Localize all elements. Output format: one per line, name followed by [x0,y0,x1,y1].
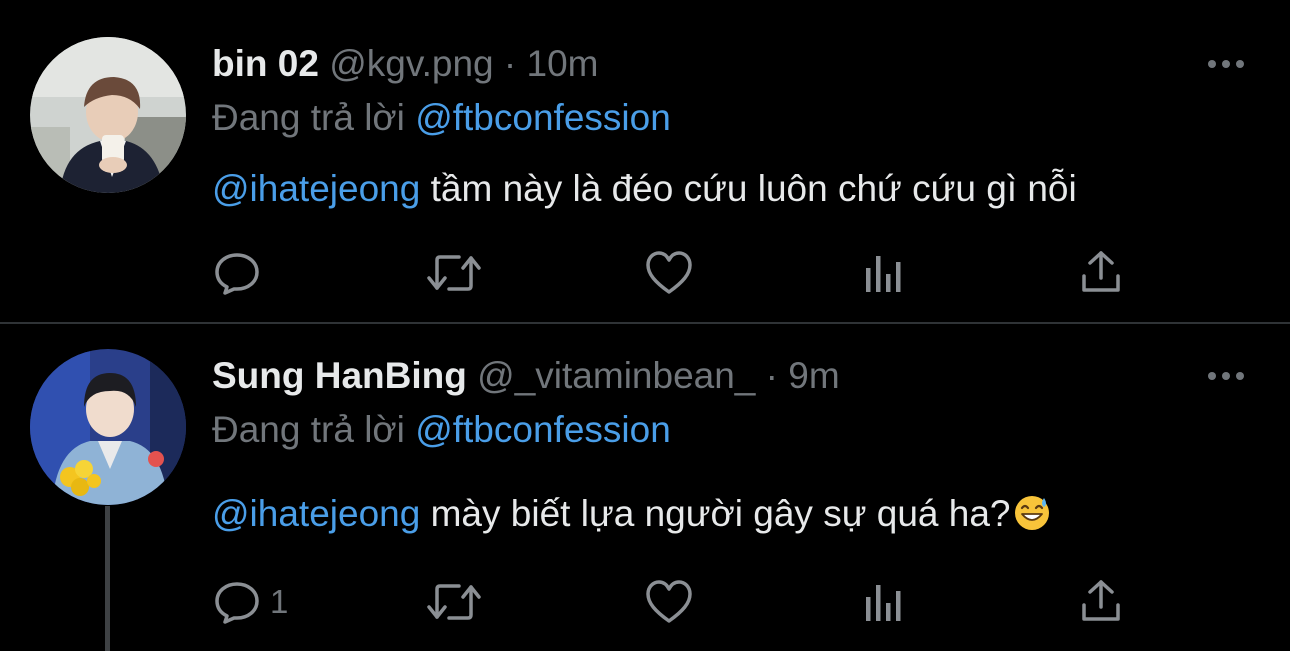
tweet-text: @ihatejeong mày biết lựa người gây sự qu… [212,494,1051,532]
analytics-icon [866,256,901,292]
more-icon [1208,372,1244,380]
avatar[interactable] [30,349,186,505]
replying-to: Đang trả lời @ftbconfession [212,99,671,136]
retweet-icon [427,584,481,620]
separator-dot: · [765,355,778,396]
replying-to-handle[interactable]: @ftbconfession [415,97,671,138]
retweet-button[interactable] [425,577,483,627]
more-button[interactable] [1204,52,1248,76]
replying-to-label: Đang trả lời [212,409,405,450]
tweet-header: Sung HanBing @_vitaminbean_ · 9m [212,357,840,394]
share-icon [1082,251,1120,292]
reply-icon [215,253,259,295]
avatar-photo [30,349,186,505]
share-button[interactable] [1080,248,1122,298]
like-icon [646,251,692,294]
tweet-body: mày biết lựa người gây sự quá ha? [420,493,1011,534]
display-name[interactable]: Sung HanBing [212,355,467,396]
display-name[interactable]: bin 02 [212,43,319,84]
like-button[interactable] [645,577,693,627]
share-button[interactable] [1080,577,1122,627]
retweet-button[interactable] [425,248,483,298]
mention-link[interactable]: @ihatejeong [212,493,420,534]
tweet-body: tầm này là đéo cứu luôn chứ cứu gì nỗi [420,168,1077,209]
like-button[interactable] [645,248,693,298]
reply-icon [215,582,259,624]
separator-dot: · [503,43,517,84]
share-icon [1082,580,1120,621]
tweet-text: @ihatejeong tầm này là đéo cứu luôn chứ … [212,170,1077,207]
mention-link[interactable]: @ihatejeong [212,168,420,209]
tweet-header: bin 02 @kgv.png · 10m [212,45,598,82]
analytics-button[interactable] [864,577,906,627]
grinning-sweat-emoji [1014,496,1049,530]
timestamp[interactable]: 10m [527,43,599,84]
action-bar: 1 [0,577,1290,627]
analytics-icon [866,585,901,621]
replying-to-label: Đang trả lời [212,97,405,138]
more-button[interactable] [1204,364,1248,388]
avatar[interactable] [30,37,186,193]
tweet[interactable]: Sung HanBing @_vitaminbean_ · 9m Đang tr… [0,324,1290,651]
like-icon [646,580,692,623]
timestamp[interactable]: 9m [788,355,839,396]
tweet[interactable]: bin 02 @kgv.png · 10m Đang trả lời @ftbc… [0,0,1290,322]
reply-button[interactable] [212,248,270,298]
analytics-button[interactable] [864,248,906,298]
avatar-photo [30,37,186,193]
reply-button[interactable]: 1 [212,577,288,627]
replying-to-handle[interactable]: @ftbconfession [415,409,671,450]
action-bar [0,248,1290,298]
more-icon [1208,60,1244,68]
reply-count: 1 [270,583,289,620]
replying-to: Đang trả lời @ftbconfession [212,411,671,448]
user-handle[interactable]: @_vitaminbean_ [477,355,755,396]
retweet-icon [427,255,481,291]
user-handle[interactable]: @kgv.png [329,43,493,84]
